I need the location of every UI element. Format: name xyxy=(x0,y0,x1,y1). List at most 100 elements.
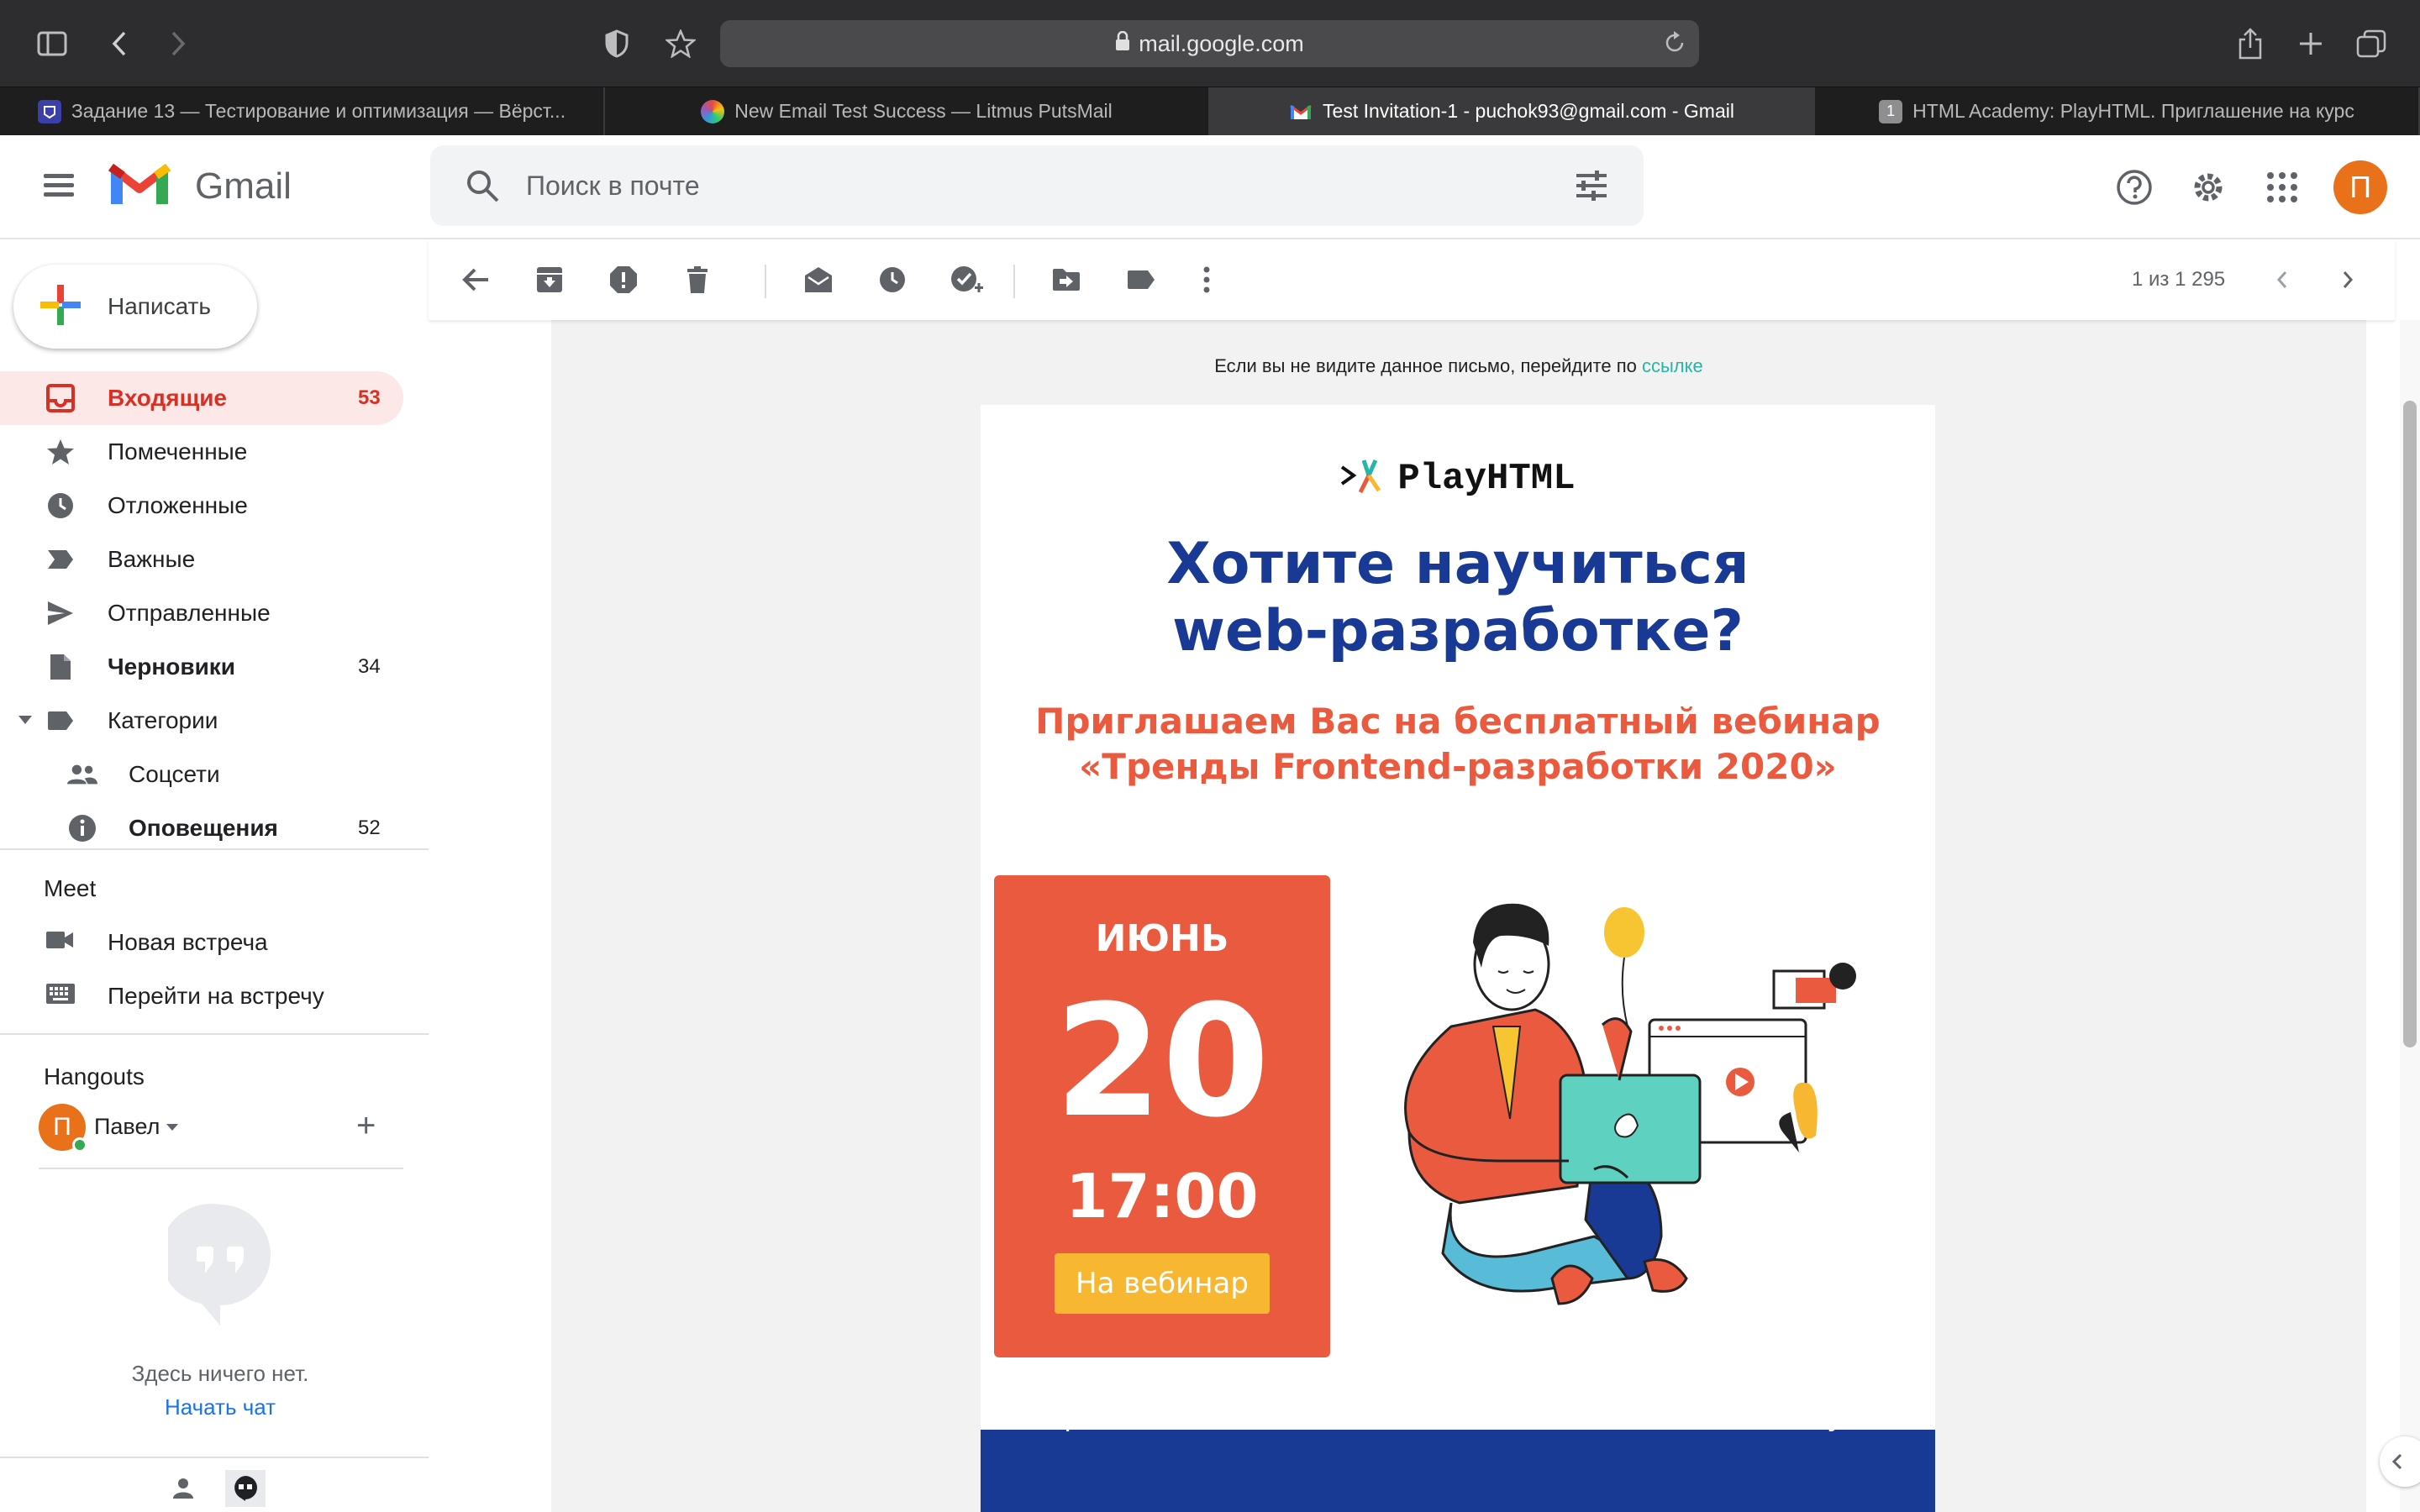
video-camera-icon xyxy=(45,929,74,956)
tab-label: HTML Academy: PlayHTML. Приглашение на к… xyxy=(1912,100,2354,122)
sidebar-item-sent[interactable]: Отправленные xyxy=(0,586,429,640)
browser-tab-litmus[interactable]: New Email Test Success — Litmus PutsMail xyxy=(605,87,1210,135)
people-icon xyxy=(67,759,97,790)
search-options-icon[interactable] xyxy=(1573,167,1610,208)
address-bar[interactable]: mail.google.com xyxy=(720,20,1699,67)
expand-caret-icon[interactable] xyxy=(18,716,32,724)
older-chevron-icon[interactable] xyxy=(2328,260,2368,300)
add-to-tasks-icon[interactable] xyxy=(946,260,986,300)
chevron-left-icon xyxy=(2391,1453,2402,1470)
mark-unread-icon[interactable] xyxy=(798,260,839,300)
divider xyxy=(39,1168,403,1169)
compose-button[interactable]: Написать xyxy=(13,265,257,349)
hangouts-chat-icon[interactable] xyxy=(225,1470,266,1507)
help-icon[interactable] xyxy=(2107,160,2161,214)
tab-strip: Задание 13 — Тестирование и оптимизация … xyxy=(0,87,2420,135)
sidebar-item-social[interactable]: Соцсети xyxy=(0,748,429,801)
tab-overview-icon[interactable] xyxy=(2353,25,2390,62)
new-meeting-item[interactable]: Новая встреча xyxy=(0,916,429,969)
tab-label: Test Invitation-1 - puchok93@gmail.com -… xyxy=(1323,100,1734,122)
playhtml-logo[interactable]: PlayHTML xyxy=(981,455,1935,501)
sidebar-item-drafts[interactable]: Черновики 34 xyxy=(0,640,429,694)
sidebar-item-snoozed[interactable]: Отложенные xyxy=(0,479,429,533)
report-spam-icon[interactable] xyxy=(603,260,644,300)
sidebar-item-updates[interactable]: Оповещения 52 xyxy=(0,801,429,855)
browser-toolbar: mail.google.com xyxy=(0,0,2420,87)
preheader: Если вы не видите данное письмо, перейди… xyxy=(551,355,2366,377)
move-to-folder-icon[interactable] xyxy=(1046,260,1086,300)
share-icon[interactable] xyxy=(2232,25,2269,62)
label-icon[interactable] xyxy=(1121,260,1161,300)
bookmark-star-icon[interactable] xyxy=(662,25,699,62)
settings-gear-icon[interactable] xyxy=(2181,160,2235,214)
preheader-link[interactable]: ссылке xyxy=(1642,355,1703,376)
sidebar-item-label: Помеченные xyxy=(108,438,248,465)
sidebar-item-label: Категории xyxy=(108,707,218,733)
sidebar-item-label: Черновики xyxy=(108,654,236,680)
sidebar-item-label: Входящие xyxy=(108,385,227,411)
hangouts-user[interactable]: П Павел + xyxy=(39,1104,408,1154)
more-options-icon[interactable] xyxy=(1186,260,1227,300)
search-input[interactable]: Поиск в почте xyxy=(526,171,700,202)
newer-chevron-icon[interactable] xyxy=(2262,260,2302,300)
search-icon[interactable] xyxy=(464,167,501,208)
divider xyxy=(0,1033,429,1035)
browser-tab-htmlacademy-task[interactable]: Задание 13 — Тестирование и оптимизация … xyxy=(0,87,605,135)
gmail-header: Gmail Поиск в почте П xyxy=(0,135,2420,239)
hangouts-user-name: Павел xyxy=(94,1114,160,1139)
sidebar-item-starred[interactable]: Помеченные xyxy=(0,425,429,479)
join-meeting-item[interactable]: Перейти на встречу xyxy=(0,969,429,1023)
unread-count: 53 xyxy=(358,386,381,409)
reload-icon[interactable] xyxy=(1664,30,1686,60)
search-bar[interactable]: Поиск в почте xyxy=(430,145,1644,226)
new-meeting-label: Новая встреча xyxy=(108,929,268,955)
info-band xyxy=(981,1430,1935,1512)
clock-icon xyxy=(45,491,76,521)
online-status-dot xyxy=(72,1137,87,1152)
back-arrow-icon[interactable] xyxy=(455,260,496,300)
account-avatar[interactable]: П xyxy=(2333,160,2387,214)
event-date-card: ИЮНЬ 20 17:00 На вебинар xyxy=(994,875,1330,1357)
archive-icon[interactable] xyxy=(529,260,570,300)
email-subheadline: Приглашаем Вас на бесплатный вебинар «Тр… xyxy=(1035,701,1881,787)
status-dropdown-icon[interactable] xyxy=(166,1124,178,1131)
url-text: mail.google.com xyxy=(1139,30,1304,56)
scrollbar[interactable] xyxy=(2400,320,2420,1512)
inbox-icon xyxy=(45,383,76,413)
gmail-favicon xyxy=(1289,100,1313,123)
tab-label: Задание 13 — Тестирование и оптимизация … xyxy=(71,100,566,122)
main-menu-icon[interactable] xyxy=(40,169,77,206)
headline-line: web-разработке? xyxy=(1172,598,1744,664)
back-icon[interactable] xyxy=(101,25,138,62)
browser-tab-playhtml[interactable]: 1 HTML Academy: PlayHTML. Приглашение на… xyxy=(1815,87,2420,135)
tab-badge: 1 xyxy=(1879,99,1903,123)
start-chat-link[interactable]: Начать чат xyxy=(0,1394,440,1420)
privacy-shield-icon[interactable] xyxy=(598,25,635,62)
gmail-logo-icon[interactable] xyxy=(108,160,171,213)
apps-grid-icon[interactable] xyxy=(2255,160,2309,214)
playhtml-logo-icon xyxy=(1340,455,1384,501)
sidebar-item-important[interactable]: Важные xyxy=(0,533,429,586)
sidebar-item-inbox[interactable]: Входящие 53 xyxy=(0,371,403,425)
forward-icon[interactable] xyxy=(160,25,197,62)
sidebar-item-label: Соцсети xyxy=(129,761,220,787)
toolbar-divider xyxy=(1013,265,1015,298)
join-meeting-label: Перейти на встречу xyxy=(108,983,324,1009)
scrollbar-thumb[interactable] xyxy=(2403,401,2417,1047)
new-conversation-button[interactable]: + xyxy=(356,1107,376,1145)
pagination-count: 1 из 1 295 xyxy=(2132,268,2226,291)
updates-count: 52 xyxy=(358,816,381,839)
sidebar-item-categories[interactable]: Категории xyxy=(0,694,429,748)
delete-trash-icon[interactable] xyxy=(677,260,718,300)
contacts-person-icon[interactable] xyxy=(163,1470,203,1507)
compose-plus-icon xyxy=(39,283,82,331)
sidebar-item-label: Отложенные xyxy=(108,492,248,518)
snooze-clock-icon[interactable] xyxy=(872,260,913,300)
brand-name: PlayHTML xyxy=(1397,457,1576,500)
webinar-cta-button[interactable]: На вебинар xyxy=(1055,1253,1270,1314)
htmlacademy-favicon xyxy=(37,99,61,123)
browser-tab-gmail[interactable]: Test Invitation-1 - puchok93@gmail.com -… xyxy=(1210,87,1815,135)
event-day: 20 xyxy=(1054,972,1270,1152)
new-tab-icon[interactable] xyxy=(2292,25,2329,62)
sidebar-toggle-icon[interactable] xyxy=(34,25,71,62)
